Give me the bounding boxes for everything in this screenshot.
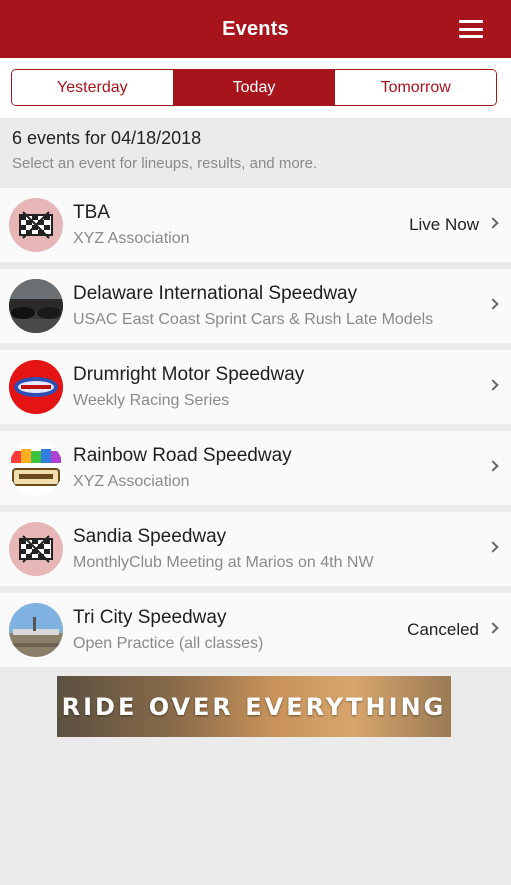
event-status: Live Now — [409, 215, 479, 234]
chevron-right-icon — [487, 298, 499, 310]
event-subtitle: USAC East Coast Sprint Cars & Rush Late … — [73, 311, 434, 328]
rainbow-road-logo — [9, 441, 63, 495]
chevron-right-icon — [487, 541, 499, 553]
speedway-photo — [9, 603, 63, 657]
drumright-logo — [9, 360, 63, 414]
day-selector-bar: Yesterday Today Tomorrow — [0, 58, 511, 118]
event-status: Canceled — [407, 620, 479, 639]
event-subtitle: MonthlyClub Meeting at Marios on 4th NW — [73, 554, 374, 571]
event-row-drumright[interactable]: Drumright Motor Speedway Weekly Racing S… — [0, 350, 511, 424]
page-title: Events — [222, 17, 289, 40]
tab-yesterday[interactable]: Yesterday — [12, 70, 174, 105]
chevron-right-icon — [487, 622, 499, 634]
hamburger-menu-icon[interactable] — [459, 20, 483, 38]
event-row-rainbow-road[interactable]: Rainbow Road Speedway XYZ Association — [0, 431, 511, 505]
event-row-tba[interactable]: TBA XYZ Association Live Now — [0, 188, 511, 262]
event-list: TBA XYZ Association Live Now Delaware In… — [0, 188, 511, 674]
event-subtitle: XYZ Association — [73, 473, 190, 490]
day-segmented-control: Yesterday Today Tomorrow — [11, 69, 497, 106]
ad-banner[interactable]: RIDE OVER EVERYTHING — [57, 676, 451, 737]
race-cars-photo — [9, 279, 63, 333]
event-subtitle: Open Practice (all classes) — [73, 635, 264, 652]
checkered-flag-icon — [9, 522, 63, 576]
events-hint: Select an event for lineups, results, an… — [12, 155, 318, 172]
chevron-right-icon — [487, 460, 499, 472]
ad-banner-text: RIDE OVER EVERYTHING — [61, 692, 447, 721]
event-name: Tri City Speedway — [73, 607, 227, 628]
events-count: 6 events for 04/18/2018 — [12, 128, 202, 148]
event-row-delaware[interactable]: Delaware International Speedway USAC Eas… — [0, 269, 511, 343]
event-name: Sandia Speedway — [73, 526, 227, 547]
event-subtitle: XYZ Association — [73, 230, 190, 247]
checkered-flag-icon — [9, 198, 63, 252]
event-name: Rainbow Road Speedway — [73, 445, 292, 466]
event-name: Delaware International Speedway — [73, 283, 358, 304]
event-row-sandia[interactable]: Sandia Speedway MonthlyClub Meeting at M… — [0, 512, 511, 586]
event-row-tri-city[interactable]: Tri City Speedway Open Practice (all cla… — [0, 593, 511, 667]
tab-tomorrow[interactable]: Tomorrow — [335, 70, 496, 105]
tab-today[interactable]: Today — [173, 70, 336, 105]
chevron-right-icon — [487, 379, 499, 391]
event-name: TBA — [73, 202, 110, 223]
app-header: Events — [0, 0, 511, 58]
event-name: Drumright Motor Speedway — [73, 364, 305, 385]
event-subtitle: Weekly Racing Series — [73, 392, 230, 409]
chevron-right-icon — [487, 217, 499, 229]
events-summary: 6 events for 04/18/2018 Select an event … — [0, 118, 511, 188]
